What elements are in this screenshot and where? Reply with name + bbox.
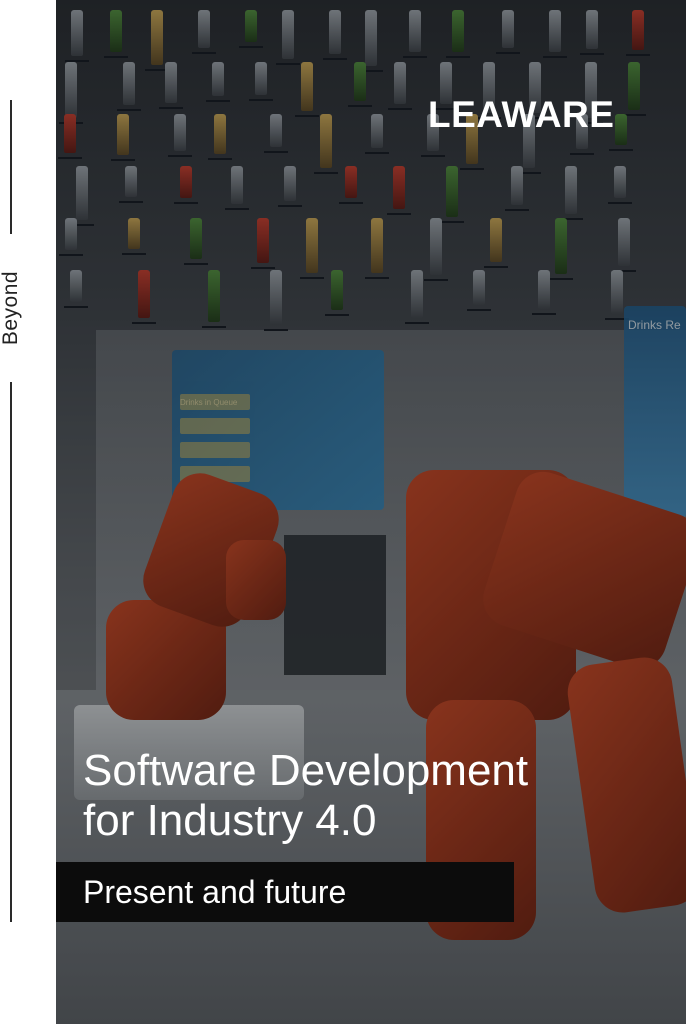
cover-title-line1: Software Development bbox=[83, 746, 529, 795]
sidebar-divider-top bbox=[10, 100, 12, 234]
cover-title-line2: for Industry 4.0 bbox=[83, 796, 377, 845]
sidebar-divider-bottom bbox=[10, 382, 12, 922]
cover-photo: Drinks in Queue Drinks Re LEAWARE Softwa… bbox=[56, 0, 686, 1024]
leaware-logo: LEAWARE bbox=[428, 94, 615, 135]
sidebar-vertical-label: Beyond bbox=[0, 270, 22, 346]
cover-subtitle: Present and future bbox=[83, 874, 347, 910]
left-sidebar: Beyond bbox=[0, 0, 56, 1024]
cover-title: Software Development for Industry 4.0 bbox=[83, 746, 643, 846]
